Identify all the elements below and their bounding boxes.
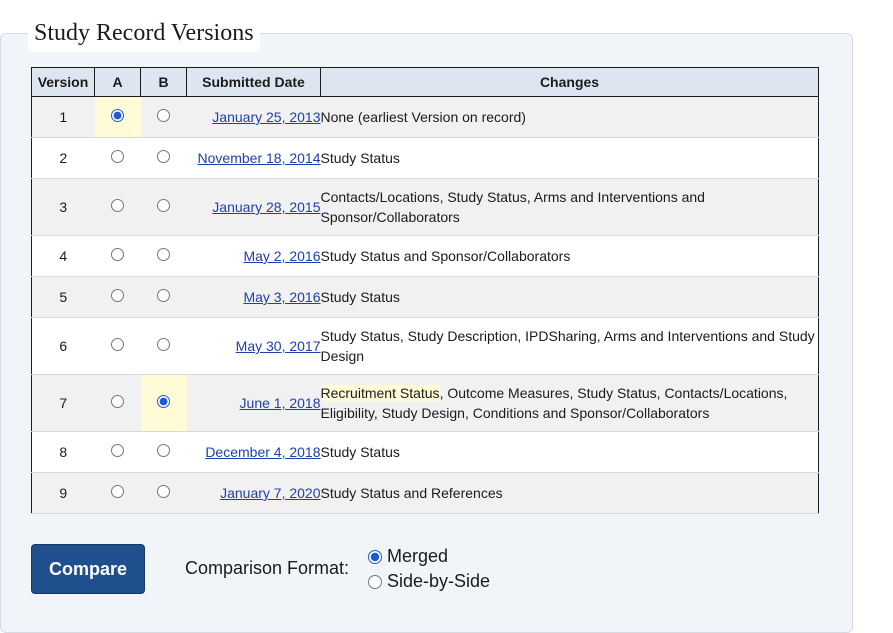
table-row: 7 June 1, 2018 Recruitment Status, Outco… <box>31 374 819 432</box>
section-title: Study Record Versions <box>28 16 260 52</box>
radio-b-v8[interactable] <box>157 444 170 457</box>
table-row: 2 November 18, 2014 Study Status <box>31 137 819 179</box>
table-row: 9 January 7, 2020 Study Status and Refer… <box>31 472 819 514</box>
format-option-merged[interactable]: Merged <box>368 546 448 567</box>
header-version: Version <box>31 67 95 97</box>
changes-text: Study Status <box>320 431 819 473</box>
table-row: 3 January 28, 2015 Contacts/Locations, S… <box>31 178 819 236</box>
date-link-v7[interactable]: June 1, 2018 <box>240 395 321 411</box>
table-row: 6 May 30, 2017 Study Status, Study Descr… <box>31 317 819 375</box>
radio-b-v5[interactable] <box>157 289 170 302</box>
radio-b-cell <box>140 137 187 179</box>
changes-text: Study Status, Study Description, IPDShar… <box>320 317 819 375</box>
comparison-format-label: Comparison Format: <box>185 558 350 578</box>
radio-a-cell <box>94 317 141 375</box>
header-changes: Changes <box>320 67 819 97</box>
radio-a-cell <box>94 137 141 179</box>
radio-b-v3[interactable] <box>157 199 170 212</box>
changes-text: Study Status <box>320 137 819 179</box>
format-option-side-by-side[interactable]: Side-by-Side <box>368 571 490 592</box>
radio-b-cell <box>140 317 187 375</box>
radio-b-cell <box>140 178 187 236</box>
changes-text: Study Status and Sponsor/Collaborators <box>320 235 819 277</box>
header-b: B <box>140 67 187 97</box>
header-a: A <box>94 67 141 97</box>
changes-text: Study Status <box>320 276 819 318</box>
radio-b-cell <box>140 472 187 514</box>
table-row: 5 May 3, 2016 Study Status <box>31 276 819 318</box>
radio-a-cell <box>94 472 141 514</box>
radio-a-v6[interactable] <box>111 338 124 351</box>
merged-label: Merged <box>387 546 449 566</box>
radio-a-v9[interactable] <box>111 485 124 498</box>
side-by-side-label: Side-by-Side <box>387 571 491 591</box>
date-link-v6[interactable]: May 30, 2017 <box>236 338 321 354</box>
radio-a-v5[interactable] <box>111 289 124 302</box>
date-cell: November 18, 2014 <box>186 137 321 179</box>
date-link-v9[interactable]: January 7, 2020 <box>220 485 320 501</box>
radio-b-v2[interactable] <box>157 150 170 163</box>
version-number: 8 <box>31 431 95 473</box>
changes-cell: Recruitment Status, Outcome Measures, St… <box>320 374 819 432</box>
date-cell: January 28, 2015 <box>186 178 321 236</box>
changes-highlight: Recruitment Status <box>320 385 440 401</box>
radio-b-v9[interactable] <box>157 485 170 498</box>
radio-b-cell <box>140 276 187 318</box>
date-cell: May 3, 2016 <box>186 276 321 318</box>
radio-b-cell <box>140 96 187 138</box>
version-number: 5 <box>31 276 95 318</box>
radio-a-v7[interactable] <box>111 395 124 408</box>
date-cell: May 30, 2017 <box>186 317 321 375</box>
date-link-v2[interactable]: November 18, 2014 <box>198 150 321 166</box>
radio-a-cell <box>94 431 141 473</box>
radio-a-v1[interactable] <box>111 109 124 122</box>
date-link-v8[interactable]: December 4, 2018 <box>205 444 320 460</box>
date-link-v1[interactable]: January 25, 2013 <box>212 109 320 125</box>
date-link-v4[interactable]: May 2, 2016 <box>243 248 320 264</box>
radio-b-v1[interactable] <box>157 109 170 122</box>
radio-b-cell <box>140 374 187 432</box>
table-row: 8 December 4, 2018 Study Status <box>31 431 819 473</box>
date-link-v3[interactable]: January 28, 2015 <box>212 199 320 215</box>
radio-a-cell <box>94 96 141 138</box>
date-cell: June 1, 2018 <box>186 374 321 432</box>
radio-b-cell <box>140 235 187 277</box>
changes-text: Contacts/Locations, Study Status, Arms a… <box>320 178 819 236</box>
table-row: 1 January 25, 2013 None (earliest Versio… <box>31 96 819 138</box>
table-header-row: Version A B Submitted Date Changes <box>31 67 819 97</box>
merged-radio[interactable] <box>368 549 382 564</box>
version-number: 7 <box>31 374 95 432</box>
radio-b-v4[interactable] <box>157 248 170 261</box>
header-submitted-date: Submitted Date <box>186 67 321 97</box>
version-number: 9 <box>31 472 95 514</box>
date-cell: December 4, 2018 <box>186 431 321 473</box>
version-number: 3 <box>31 178 95 236</box>
version-number: 2 <box>31 137 95 179</box>
version-number: 6 <box>31 317 95 375</box>
version-number: 1 <box>31 96 95 138</box>
radio-a-cell <box>94 374 141 432</box>
side-by-side-radio[interactable] <box>368 574 382 589</box>
radio-b-v6[interactable] <box>157 338 170 351</box>
radio-a-v3[interactable] <box>111 199 124 212</box>
version-number: 4 <box>31 235 95 277</box>
radio-a-v2[interactable] <box>111 150 124 163</box>
versions-table: Version A B Submitted Date Changes 1 Jan… <box>31 67 819 514</box>
radio-a-v8[interactable] <box>111 444 124 457</box>
date-link-v5[interactable]: May 3, 2016 <box>243 289 320 305</box>
table-row: 4 May 2, 2016 Study Status and Sponsor/C… <box>31 235 819 277</box>
date-cell: May 2, 2016 <box>186 235 321 277</box>
changes-text: None (earliest Version on record) <box>320 96 819 138</box>
radio-b-cell <box>140 431 187 473</box>
radio-a-cell <box>94 276 141 318</box>
radio-a-v4[interactable] <box>111 248 124 261</box>
changes-text: Study Status and References <box>320 472 819 514</box>
date-cell: January 25, 2013 <box>186 96 321 138</box>
radio-b-v7[interactable] <box>157 395 170 408</box>
radio-a-cell <box>94 178 141 236</box>
radio-a-cell <box>94 235 141 277</box>
date-cell: January 7, 2020 <box>186 472 321 514</box>
